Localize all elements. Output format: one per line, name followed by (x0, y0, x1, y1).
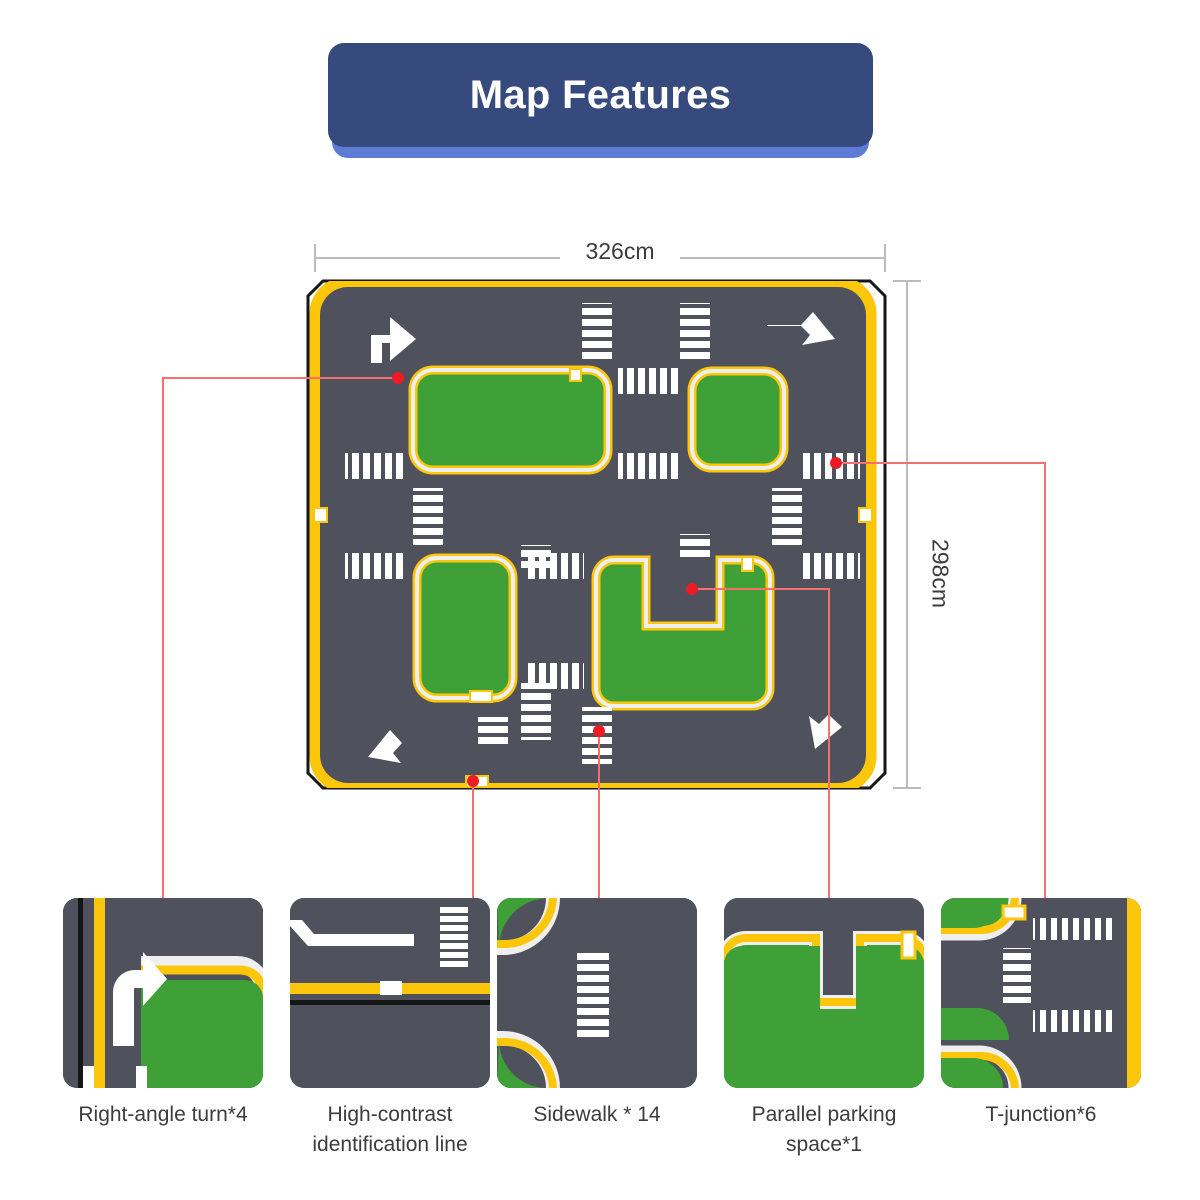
hotspot-dot-right-angle-turn[interactable] (392, 372, 404, 384)
crosswalk (800, 553, 860, 579)
island-bottom-left (412, 553, 518, 703)
card-right-angle-turn[interactable] (63, 898, 263, 1088)
crosswalk (524, 553, 584, 579)
label-sidewalk: Sidewalk * 14 (533, 1103, 661, 1126)
card-parallel-parking[interactable] (724, 898, 924, 1088)
page-root: Map Features 326cm 298cm Right-angle tur… (0, 0, 1200, 1200)
island-top-right (687, 366, 789, 473)
lane-gap-marker (1001, 904, 1027, 921)
hotspot-dot-parallel-parking[interactable] (686, 583, 698, 595)
lane-gap-marker (380, 981, 402, 995)
hotspot-dot-sidewalk[interactable] (593, 725, 605, 737)
crosswalk (618, 453, 678, 479)
black-edge-line (78, 898, 83, 1088)
crosswalk (772, 488, 802, 545)
crosswalk (800, 453, 860, 479)
crosswalk-bottom (1033, 1010, 1115, 1032)
card-sidewalk[interactable] (497, 898, 697, 1088)
lane-gap-marker (136, 1066, 147, 1088)
card-high-contrast-line[interactable] (290, 898, 490, 1088)
label-right-angle-turn: Right-angle turn*4 (78, 1103, 248, 1126)
hotspot-dot-t-junction[interactable] (830, 457, 842, 469)
crosswalk (680, 534, 710, 558)
crosswalk (524, 663, 584, 689)
lane-gap-marker (83, 1066, 94, 1088)
crosswalk-top (1033, 918, 1115, 940)
crosswalk (440, 904, 468, 969)
mat-content (309, 281, 877, 788)
label-t-junction: T-junction*6 (985, 1103, 1097, 1126)
high-contrast-black-line (290, 1000, 490, 1005)
feature-label-row: Right-angle turn*4 High-contrast identif… (0, 1100, 1200, 1190)
island-top-left (408, 365, 613, 475)
parking-gap-marker (900, 930, 917, 960)
crosswalk (680, 303, 710, 360)
crosswalk (345, 453, 405, 479)
map-diagram (162, 244, 1046, 900)
kerb-notch-left (313, 507, 328, 523)
crosswalk (478, 717, 508, 747)
crosswalk (413, 488, 443, 545)
crosswalk-left (1003, 948, 1031, 1003)
dimension-height-label: 298cm (926, 513, 954, 634)
kerb-notch-right (858, 507, 873, 523)
feature-card-row (0, 898, 1200, 1098)
dimension-width-label: 326cm (560, 238, 680, 265)
yellow-edge-line (1127, 898, 1141, 1088)
crosswalk (618, 368, 678, 394)
crosswalk (345, 553, 405, 579)
sidewalk-crosswalk (577, 952, 609, 1040)
crosswalk (582, 303, 612, 360)
hotspot-dot-high-contrast-line[interactable] (467, 775, 479, 787)
dimension-height (893, 280, 921, 789)
label-high-contrast-line: High-contrast identification line (312, 1103, 468, 1156)
card-t-junction[interactable] (941, 898, 1141, 1088)
grass-area (141, 980, 263, 1088)
label-parallel-parking: Parallel parking space*1 (751, 1103, 897, 1156)
crosswalk (521, 683, 551, 740)
yellow-lane-line (94, 898, 105, 1088)
